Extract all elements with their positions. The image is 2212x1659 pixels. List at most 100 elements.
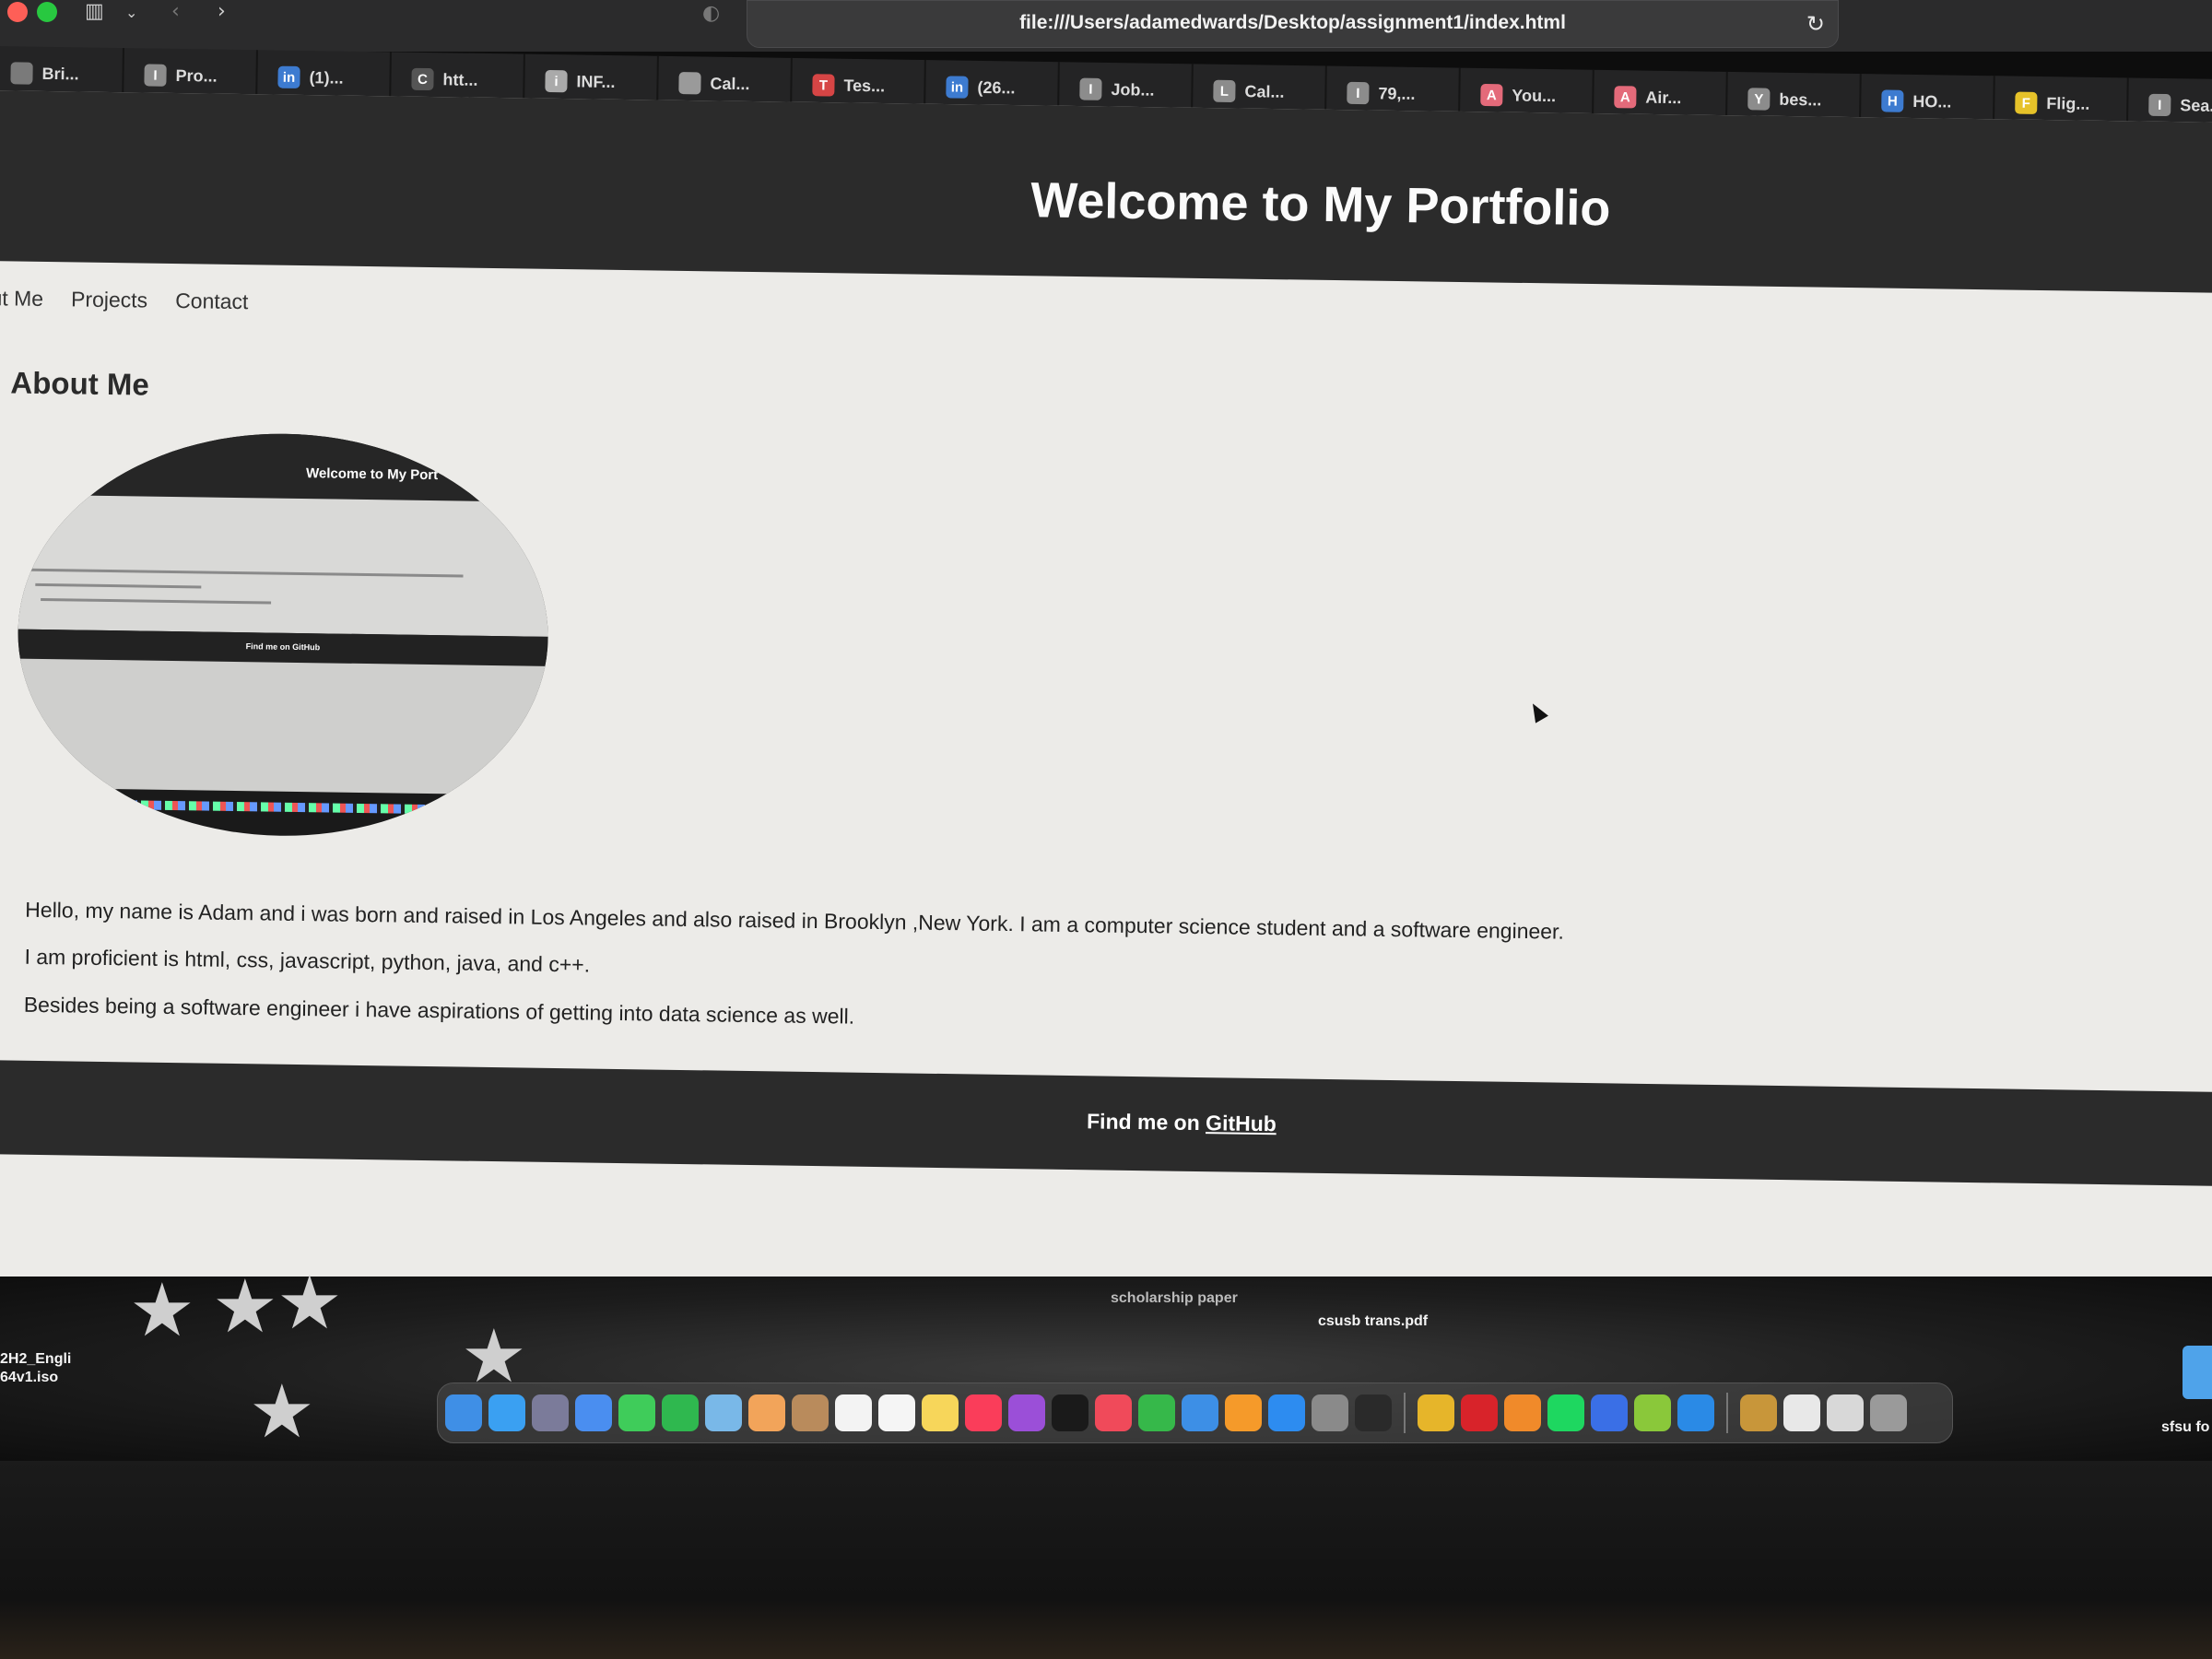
dock-separator bbox=[1726, 1393, 1728, 1433]
tab-label: Pro... bbox=[175, 65, 218, 86]
screen: ▥ ⌄ ‹ › ◐ file:///Users/adamedwards/Desk… bbox=[0, 0, 2212, 1659]
star-icon: ★ bbox=[129, 1267, 195, 1353]
close-window-button[interactable] bbox=[7, 2, 28, 22]
page-viewport: Welcome to My Portfolio out Me Projects … bbox=[0, 90, 2212, 1322]
calendar-icon[interactable] bbox=[835, 1394, 872, 1431]
tab-label: (1)... bbox=[309, 67, 344, 88]
sidebar-toggle-icon[interactable]: ▥ bbox=[85, 0, 104, 23]
star-icon: ★ bbox=[276, 1260, 343, 1346]
archive-icon[interactable] bbox=[1740, 1394, 1777, 1431]
desktop-file-scholarship[interactable]: scholarship paper bbox=[1111, 1290, 1238, 1307]
tab-label: Flig... bbox=[2046, 93, 2090, 113]
finder-icon[interactable] bbox=[445, 1394, 482, 1431]
acrobat-icon[interactable] bbox=[1461, 1394, 1498, 1431]
messages-icon[interactable] bbox=[618, 1394, 655, 1431]
numbers-icon[interactable] bbox=[1138, 1394, 1175, 1431]
webex-icon[interactable] bbox=[1591, 1394, 1628, 1431]
nav-link-projects[interactable]: Projects bbox=[71, 287, 147, 312]
monitor-bezel bbox=[0, 1461, 2212, 1659]
mail-icon[interactable] bbox=[575, 1394, 612, 1431]
facetime-icon[interactable] bbox=[662, 1394, 699, 1431]
code-icon: C bbox=[411, 67, 434, 91]
notes-icon[interactable] bbox=[922, 1394, 959, 1431]
address-bar[interactable]: file:///Users/adamedwards/Desktop/assign… bbox=[747, 0, 1839, 48]
linkedin-icon: in bbox=[277, 65, 300, 88]
tab-label: bes... bbox=[1779, 89, 1822, 109]
airbnb-icon: A bbox=[1614, 86, 1637, 109]
safari-icon[interactable] bbox=[488, 1394, 525, 1431]
pages-icon[interactable] bbox=[1225, 1394, 1262, 1431]
terminal-icon[interactable] bbox=[1355, 1394, 1392, 1431]
tab-label: You... bbox=[1512, 85, 1557, 105]
news-icon[interactable] bbox=[1095, 1394, 1132, 1431]
hotel-icon: H bbox=[1881, 89, 1904, 112]
flight-icon: F bbox=[2015, 91, 2038, 114]
downloads-icon[interactable] bbox=[1827, 1394, 1864, 1431]
sublime-icon[interactable] bbox=[1504, 1394, 1541, 1431]
linkedin-icon: in bbox=[946, 76, 969, 99]
vscode-icon[interactable] bbox=[1677, 1394, 1714, 1431]
folder-icon[interactable] bbox=[2183, 1346, 2212, 1399]
tab-label: Cal... bbox=[1244, 81, 1285, 101]
desktop-file-iso[interactable]: 2H2_Engli 64v1.iso bbox=[0, 1350, 71, 1387]
reload-icon[interactable]: ↻ bbox=[1806, 11, 1825, 37]
about-paragraph-1: Hello, my name is Adam and i was born an… bbox=[25, 897, 1565, 944]
indeed-icon: I bbox=[144, 64, 167, 87]
maps-icon[interactable] bbox=[705, 1394, 742, 1431]
footer-prefix: Find me on bbox=[1086, 1109, 1206, 1135]
chrome-icon[interactable] bbox=[1418, 1394, 1454, 1431]
nav-link-about[interactable]: out Me bbox=[0, 286, 43, 312]
browser-titlebar: ▥ ⌄ ‹ › ◐ file:///Users/adamedwards/Desk… bbox=[0, 0, 2212, 52]
tab-label: Air... bbox=[1645, 88, 1682, 107]
photos-icon[interactable] bbox=[748, 1394, 785, 1431]
contacts-icon[interactable] bbox=[792, 1394, 829, 1431]
settings-icon[interactable] bbox=[1312, 1394, 1348, 1431]
tab-label: Cal... bbox=[710, 74, 750, 93]
reminders-icon[interactable] bbox=[878, 1394, 915, 1431]
tab-label: Sea... bbox=[2180, 95, 2212, 115]
image-mini-blank bbox=[16, 658, 548, 795]
info-icon: i bbox=[545, 69, 568, 93]
iso-filename-line1: 2H2_Engli bbox=[0, 1351, 72, 1367]
tv-icon[interactable] bbox=[1052, 1394, 1088, 1431]
keynote-icon[interactable] bbox=[1182, 1394, 1218, 1431]
spotify-icon[interactable] bbox=[1547, 1394, 1584, 1431]
site-header: Welcome to My Portfolio bbox=[0, 90, 2212, 294]
tesla-icon: T bbox=[812, 74, 835, 97]
whatsapp-icon[interactable] bbox=[1634, 1394, 1671, 1431]
privacy-shield-icon[interactable]: ◐ bbox=[702, 2, 720, 25]
music-icon[interactable] bbox=[965, 1394, 1002, 1431]
portfolio-screenshot-image: Welcome to My Port Find me on GitHub bbox=[15, 429, 551, 840]
image-mini-line bbox=[41, 597, 272, 605]
trash-icon[interactable] bbox=[1870, 1394, 1907, 1431]
appstore-icon[interactable] bbox=[1268, 1394, 1305, 1431]
podcasts-icon[interactable] bbox=[1008, 1394, 1045, 1431]
nav-link-contact[interactable]: Contact bbox=[175, 288, 249, 314]
site-footer: Find me on GitHub bbox=[0, 1059, 2212, 1187]
image-mini-title: Welcome to My Port bbox=[305, 465, 439, 484]
image-mini-dock bbox=[116, 800, 486, 815]
zoom-window-button[interactable] bbox=[37, 2, 57, 22]
image-mini-line bbox=[35, 582, 202, 589]
launchpad-icon[interactable] bbox=[532, 1394, 569, 1431]
dock bbox=[437, 1382, 1953, 1443]
site-nav: out Me Projects Contact bbox=[0, 286, 249, 314]
desktop-file-csusb[interactable]: csusb trans.pdf bbox=[1318, 1313, 1428, 1330]
github-link[interactable]: GitHub bbox=[1206, 1111, 1277, 1135]
footer-text: Find me on GitHub bbox=[1087, 1109, 1277, 1136]
forward-arrow-icon[interactable]: › bbox=[218, 0, 226, 23]
chevron-down-icon[interactable]: ⌄ bbox=[125, 4, 137, 21]
calendar-icon bbox=[678, 72, 701, 95]
tab-label: (26... bbox=[977, 77, 1016, 97]
tab-label: HO... bbox=[1912, 91, 1952, 112]
desktop-folder-sfsu[interactable]: sfsu fo bbox=[2161, 1419, 2209, 1436]
iso-filename-line2: 64v1.iso bbox=[0, 1370, 59, 1385]
about-paragraph-3: Besides being a software engineer i have… bbox=[23, 992, 855, 1029]
back-arrow-icon[interactable]: ‹ bbox=[171, 0, 180, 23]
document-icon[interactable] bbox=[1783, 1394, 1820, 1431]
calendar-icon: L bbox=[1213, 79, 1236, 103]
tab-label: Job... bbox=[1111, 79, 1155, 100]
image-mini-body bbox=[18, 494, 550, 637]
indeed-icon: I bbox=[1079, 77, 1102, 100]
airbnb-icon: A bbox=[1480, 83, 1503, 107]
